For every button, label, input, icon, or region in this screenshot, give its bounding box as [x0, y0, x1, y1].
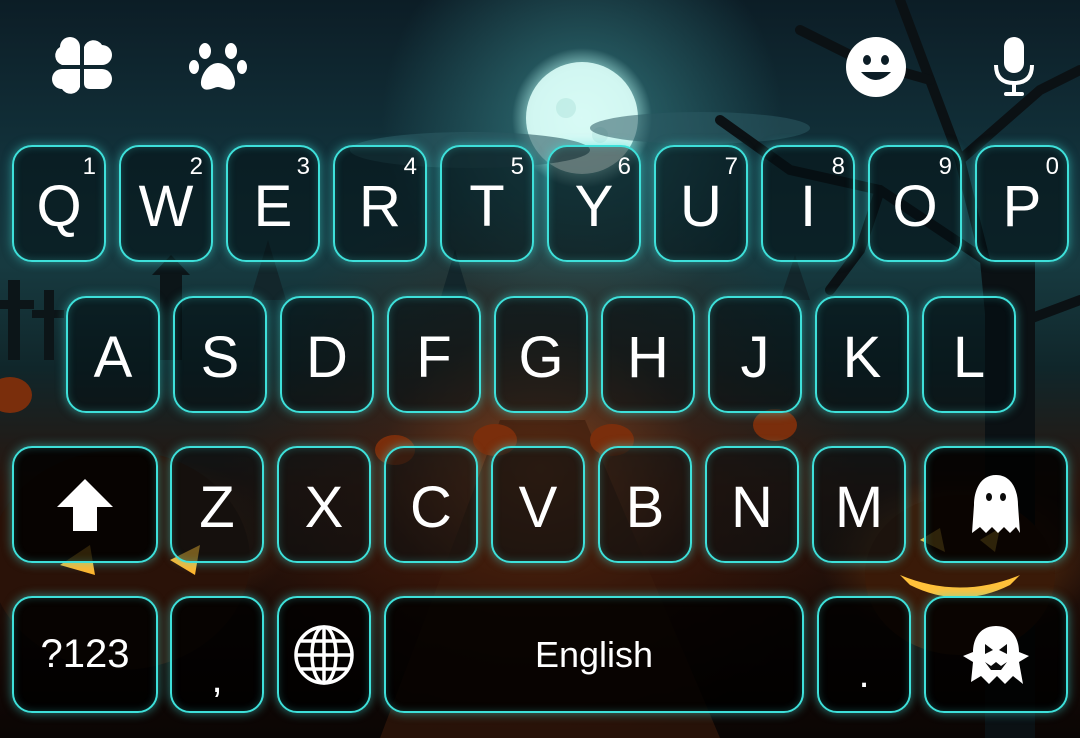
key-p-hint: 0	[1045, 153, 1059, 180]
key-i-label: I	[799, 173, 817, 239]
key-y-label: Y	[574, 173, 614, 239]
key-q[interactable]: 1 Q	[12, 145, 106, 262]
period-key[interactable]: .	[817, 596, 911, 713]
key-s-label: S	[200, 324, 240, 390]
shift-key[interactable]	[12, 446, 158, 563]
key-i[interactable]: 8 I	[761, 145, 855, 262]
key-d-label: D	[306, 324, 348, 390]
key-m[interactable]: M	[812, 446, 906, 563]
key-u[interactable]: 7 U	[654, 145, 748, 262]
key-j-label: J	[740, 324, 770, 390]
key-i-hint: 8	[831, 153, 845, 180]
key-r[interactable]: 4 R	[333, 145, 427, 262]
spooky-ghost-icon	[963, 625, 1029, 684]
paw-icon[interactable]	[186, 35, 250, 99]
key-d[interactable]: D	[280, 296, 374, 413]
key-c-label: C	[410, 474, 452, 540]
globe-icon	[294, 624, 354, 685]
keyboard: 1 Q 2 W 3 E 4 R 5 T 6 Y 7 U 8 I 9 O 0 P …	[0, 0, 1080, 738]
key-n[interactable]: N	[705, 446, 799, 563]
key-e-label: E	[253, 173, 293, 239]
key-u-hint: 7	[724, 153, 738, 180]
key-r-label: R	[359, 173, 401, 239]
key-b-label: B	[625, 474, 665, 540]
key-n-label: N	[731, 474, 773, 540]
backspace-key[interactable]	[924, 446, 1068, 563]
emoji-icon[interactable]	[844, 35, 908, 99]
key-y[interactable]: 6 Y	[547, 145, 641, 262]
key-b[interactable]: B	[598, 446, 692, 563]
key-x[interactable]: X	[277, 446, 371, 563]
key-v-label: V	[518, 474, 558, 540]
key-m-label: M	[834, 474, 884, 540]
key-a-label: A	[93, 324, 133, 390]
microphone-icon[interactable]	[982, 35, 1046, 99]
key-h-label: H	[627, 324, 669, 390]
language-key[interactable]	[277, 596, 371, 713]
key-o[interactable]: 9 O	[868, 145, 962, 262]
key-s[interactable]: S	[173, 296, 267, 413]
symbols-key[interactable]: ?123	[12, 596, 158, 713]
space-bar[interactable]: English	[384, 596, 804, 713]
key-w-label: W	[138, 173, 194, 239]
comma-key-label: ,	[211, 657, 223, 701]
key-u-label: U	[680, 173, 722, 239]
key-j[interactable]: J	[708, 296, 802, 413]
key-l-label: L	[952, 324, 986, 390]
key-k-label: K	[842, 324, 882, 390]
clover-icon[interactable]	[50, 35, 114, 99]
key-v[interactable]: V	[491, 446, 585, 563]
key-q-hint: 1	[82, 153, 96, 180]
key-k[interactable]: K	[815, 296, 909, 413]
shift-arrow-icon	[57, 478, 113, 531]
key-l[interactable]: L	[922, 296, 1016, 413]
key-w-hint: 2	[189, 153, 203, 180]
key-g-label: G	[518, 324, 564, 390]
ghost-icon	[972, 474, 1020, 533]
key-f[interactable]: F	[387, 296, 481, 413]
period-key-label: .	[858, 652, 870, 696]
key-t[interactable]: 5 T	[440, 145, 534, 262]
space-bar-label: English	[534, 633, 654, 675]
key-p-label: P	[1002, 173, 1042, 239]
key-r-hint: 4	[403, 153, 417, 180]
comma-key[interactable]: ,	[170, 596, 264, 713]
key-f-label: F	[416, 324, 452, 390]
key-e-hint: 3	[296, 153, 310, 180]
key-g[interactable]: G	[494, 296, 588, 413]
key-z[interactable]: Z	[170, 446, 264, 563]
key-p[interactable]: 0 P	[975, 145, 1069, 262]
key-z-label: Z	[199, 474, 235, 540]
key-y-hint: 6	[617, 153, 631, 180]
symbols-key-label: ?123	[40, 632, 130, 676]
key-o-label: O	[892, 173, 938, 239]
key-e[interactable]: 3 E	[226, 145, 320, 262]
key-x-label: X	[304, 474, 344, 540]
key-t-label: T	[469, 173, 505, 239]
enter-key[interactable]	[924, 596, 1068, 713]
key-q-label: Q	[36, 173, 82, 239]
key-h[interactable]: H	[601, 296, 695, 413]
key-o-hint: 9	[938, 153, 952, 180]
key-t-hint: 5	[510, 153, 524, 180]
key-c[interactable]: C	[384, 446, 478, 563]
key-a[interactable]: A	[66, 296, 160, 413]
key-w[interactable]: 2 W	[119, 145, 213, 262]
